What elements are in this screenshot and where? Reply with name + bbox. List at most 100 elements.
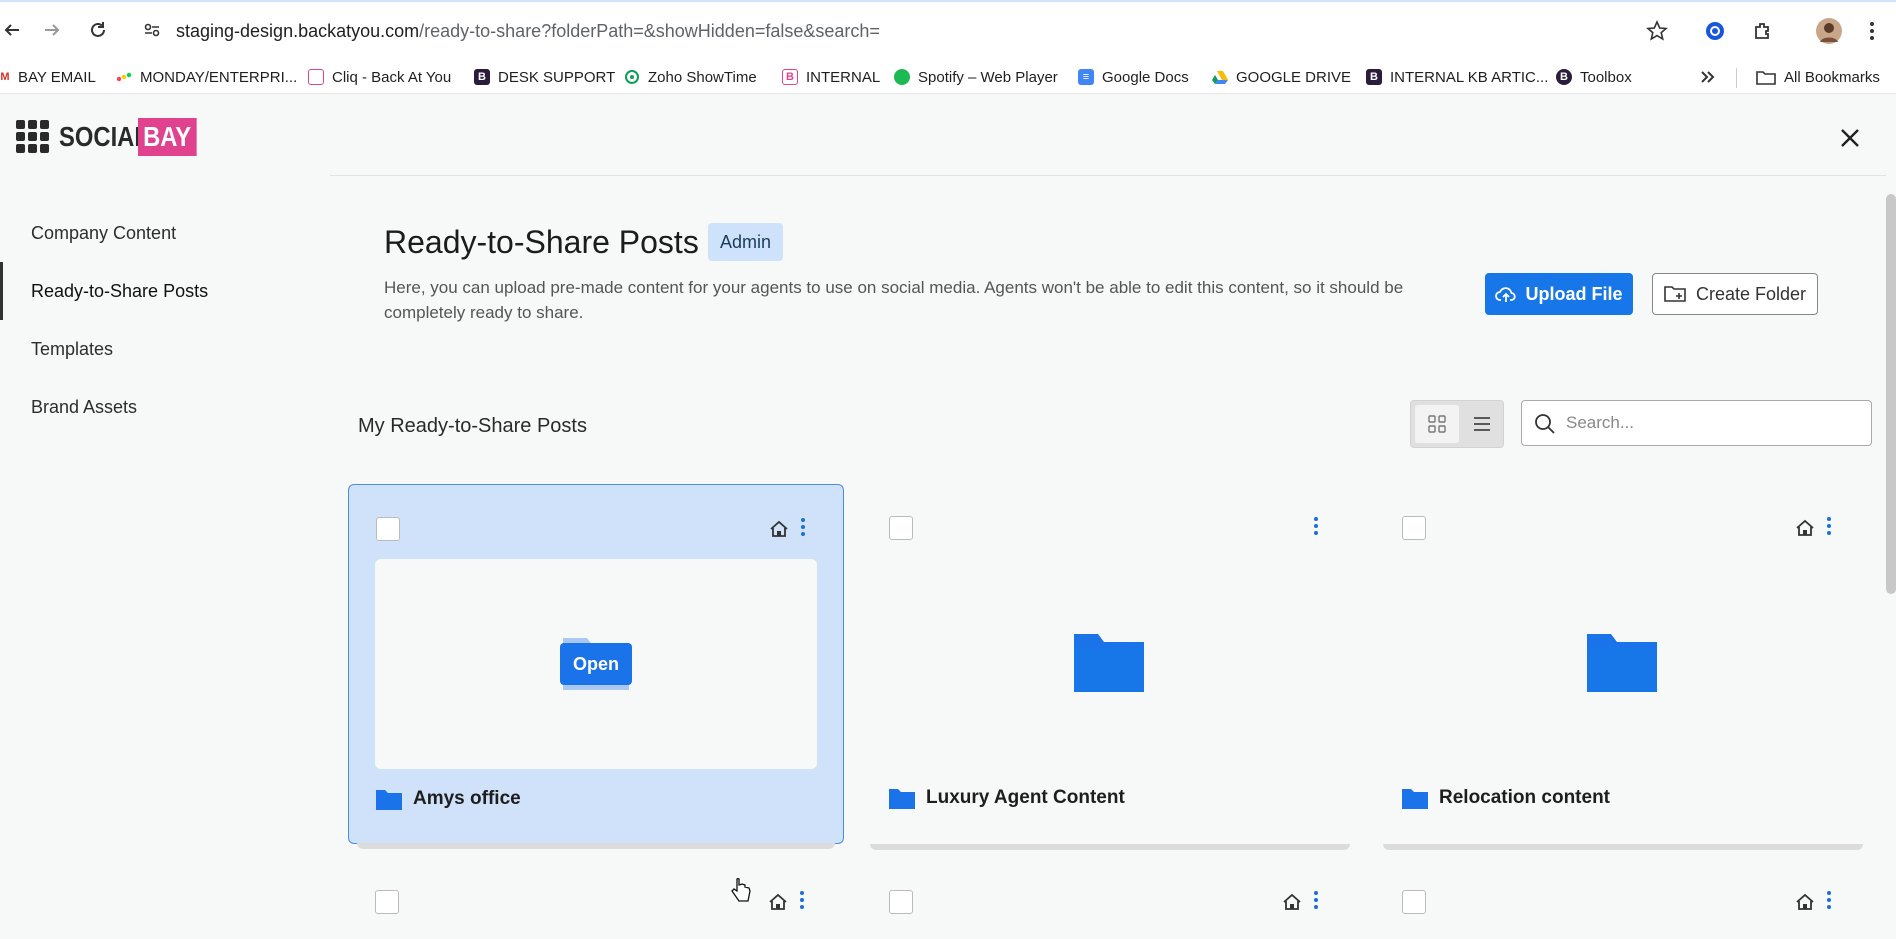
back-icon[interactable]	[0, 18, 24, 42]
docs-icon: ≡	[1078, 69, 1094, 85]
select-checkbox[interactable]	[1402, 890, 1426, 914]
bookmark-item[interactable]: MONDAY/ENTERPRI...	[116, 66, 297, 88]
folder-icon	[376, 790, 402, 810]
folder-icon	[889, 789, 915, 809]
more-options-icon[interactable]	[795, 515, 811, 539]
folder-preview[interactable]: Open	[375, 559, 817, 769]
select-checkbox[interactable]	[1402, 516, 1426, 540]
bookmark-item[interactable]: GOOGLE DRIVE	[1212, 66, 1351, 88]
all-bookmarks-button[interactable]: All Bookmarks	[1756, 66, 1880, 88]
upload-file-label: Upload File	[1525, 283, 1623, 304]
bookmark-item[interactable]: Spotify – Web Player	[894, 66, 1058, 88]
spotify-icon	[894, 69, 910, 85]
sidebar-item-ready-to-share-posts[interactable]: Ready-to-Share Posts	[0, 262, 330, 320]
showtime-icon	[624, 69, 640, 85]
open-button[interactable]: Open	[560, 643, 632, 685]
app-container: SOCIAL BAY Company Content Ready-to-Shar…	[0, 94, 1896, 939]
bookmark-label: INTERNAL	[806, 68, 881, 86]
view-toggle	[1410, 400, 1504, 448]
bookmark-item[interactable]: Zoho ShowTime	[624, 66, 757, 88]
bookmark-label: DESK SUPPORT	[498, 68, 616, 86]
folder-preview[interactable]	[1401, 558, 1843, 768]
folder-card[interactable]: Relocation content	[1375, 484, 1871, 850]
bay-icon: B	[782, 69, 798, 85]
folder-icon	[1402, 789, 1428, 809]
bookmark-item[interactable]: M BAY EMAIL	[0, 66, 96, 88]
select-checkbox[interactable]	[889, 516, 913, 540]
logo-social-text: SOCIAL	[59, 120, 149, 152]
bookmark-item[interactable]: B INTERNAL KB ARTIC...	[1366, 66, 1548, 88]
sidebar-item-brand-assets[interactable]: Brand Assets	[0, 378, 330, 436]
folder-card[interactable]: Open Amys office	[348, 484, 844, 849]
apps-grid-icon[interactable]	[16, 120, 49, 153]
close-icon[interactable]	[1836, 124, 1864, 152]
extensions-puzzle-icon[interactable]	[1748, 16, 1778, 46]
logo-bay-text: BAY	[138, 118, 197, 156]
select-checkbox[interactable]	[375, 890, 399, 914]
folder-preview[interactable]	[888, 558, 1330, 768]
site-info-icon[interactable]	[140, 18, 164, 42]
home-icon[interactable]	[1795, 892, 1815, 912]
folder-icon	[1587, 634, 1657, 692]
select-checkbox[interactable]	[376, 517, 400, 541]
grid-view-icon[interactable]	[1415, 405, 1459, 443]
profile-avatar[interactable]	[1812, 16, 1846, 46]
drive-icon	[1212, 69, 1228, 85]
logo[interactable]: SOCIAL BAY	[16, 118, 197, 156]
more-options-icon[interactable]	[1308, 888, 1324, 912]
home-icon[interactable]	[768, 892, 788, 912]
bookmark-label: Toolbox	[1580, 68, 1632, 86]
card-shadow	[1383, 844, 1863, 850]
page-description: Here, you can upload pre-made content fo…	[384, 278, 1404, 322]
extension-badge-icon[interactable]	[1700, 16, 1730, 46]
bookmark-item[interactable]: B INTERNAL	[782, 66, 880, 88]
search-icon	[1535, 414, 1555, 434]
bookmark-item[interactable]: ≡ Google Docs	[1078, 66, 1189, 88]
bookmark-item[interactable]: B DESK SUPPORT	[474, 66, 615, 88]
bookmark-star-icon[interactable]	[1642, 16, 1672, 46]
more-options-icon[interactable]	[1821, 514, 1837, 538]
scrollbar[interactable]	[1886, 194, 1896, 594]
bay-icon: B	[1556, 69, 1572, 85]
home-icon[interactable]	[1795, 518, 1815, 538]
sidebar-item-company-content[interactable]: Company Content	[0, 204, 330, 262]
folder-card[interactable]	[1375, 862, 1871, 939]
address-bar[interactable]: staging-design.backatyou.com/ready-to-sh…	[176, 21, 880, 42]
bookmark-item[interactable]: Cliq - Back At You	[308, 66, 451, 88]
more-options-icon[interactable]	[1821, 888, 1837, 912]
bookmark-item[interactable]: B Toolbox	[1556, 66, 1632, 88]
forward-icon[interactable]	[40, 18, 64, 42]
select-checkbox[interactable]	[889, 890, 913, 914]
home-icon[interactable]	[769, 519, 789, 539]
bookmark-label: BAY EMAIL	[18, 68, 96, 86]
bookmark-label: Cliq - Back At You	[332, 68, 452, 86]
sidebar-item-label: Company Content	[31, 222, 177, 243]
folder-card[interactable]	[862, 862, 1358, 939]
search-box	[1521, 400, 1872, 446]
bay-icon: B	[474, 69, 490, 85]
sidebar-item-templates[interactable]: Templates	[0, 320, 330, 378]
url-host: staging-design.backatyou.com	[176, 21, 420, 41]
sidebar-item-label: Brand Assets	[31, 396, 138, 417]
create-folder-label: Create Folder	[1695, 283, 1807, 304]
create-folder-button[interactable]: Create Folder	[1652, 273, 1818, 315]
browser-menu-icon[interactable]	[1862, 16, 1882, 46]
list-view-icon[interactable]	[1463, 405, 1501, 443]
page-title: Ready-to-Share Posts	[384, 224, 699, 260]
more-options-icon[interactable]	[1308, 514, 1324, 538]
browser-toolbar: staging-design.backatyou.com/ready-to-sh…	[0, 0, 1896, 60]
folder-card[interactable]	[348, 862, 844, 939]
folder-name-label: Amys office	[413, 788, 521, 809]
bookmark-label: INTERNAL KB ARTIC...	[1390, 68, 1549, 86]
bookmark-label: Google Docs	[1102, 68, 1189, 86]
upload-file-button[interactable]: Upload File	[1485, 273, 1633, 315]
home-icon[interactable]	[1282, 892, 1302, 912]
gmail-icon: M	[0, 71, 10, 83]
reload-icon[interactable]	[86, 18, 110, 42]
search-input[interactable]	[1566, 409, 1856, 437]
cloud-upload-icon	[1495, 287, 1517, 302]
more-bookmarks-icon[interactable]	[1700, 66, 1716, 88]
monday-icon	[116, 69, 132, 85]
more-options-icon[interactable]	[794, 888, 810, 912]
folder-card[interactable]: Luxury Agent Content	[862, 484, 1358, 850]
